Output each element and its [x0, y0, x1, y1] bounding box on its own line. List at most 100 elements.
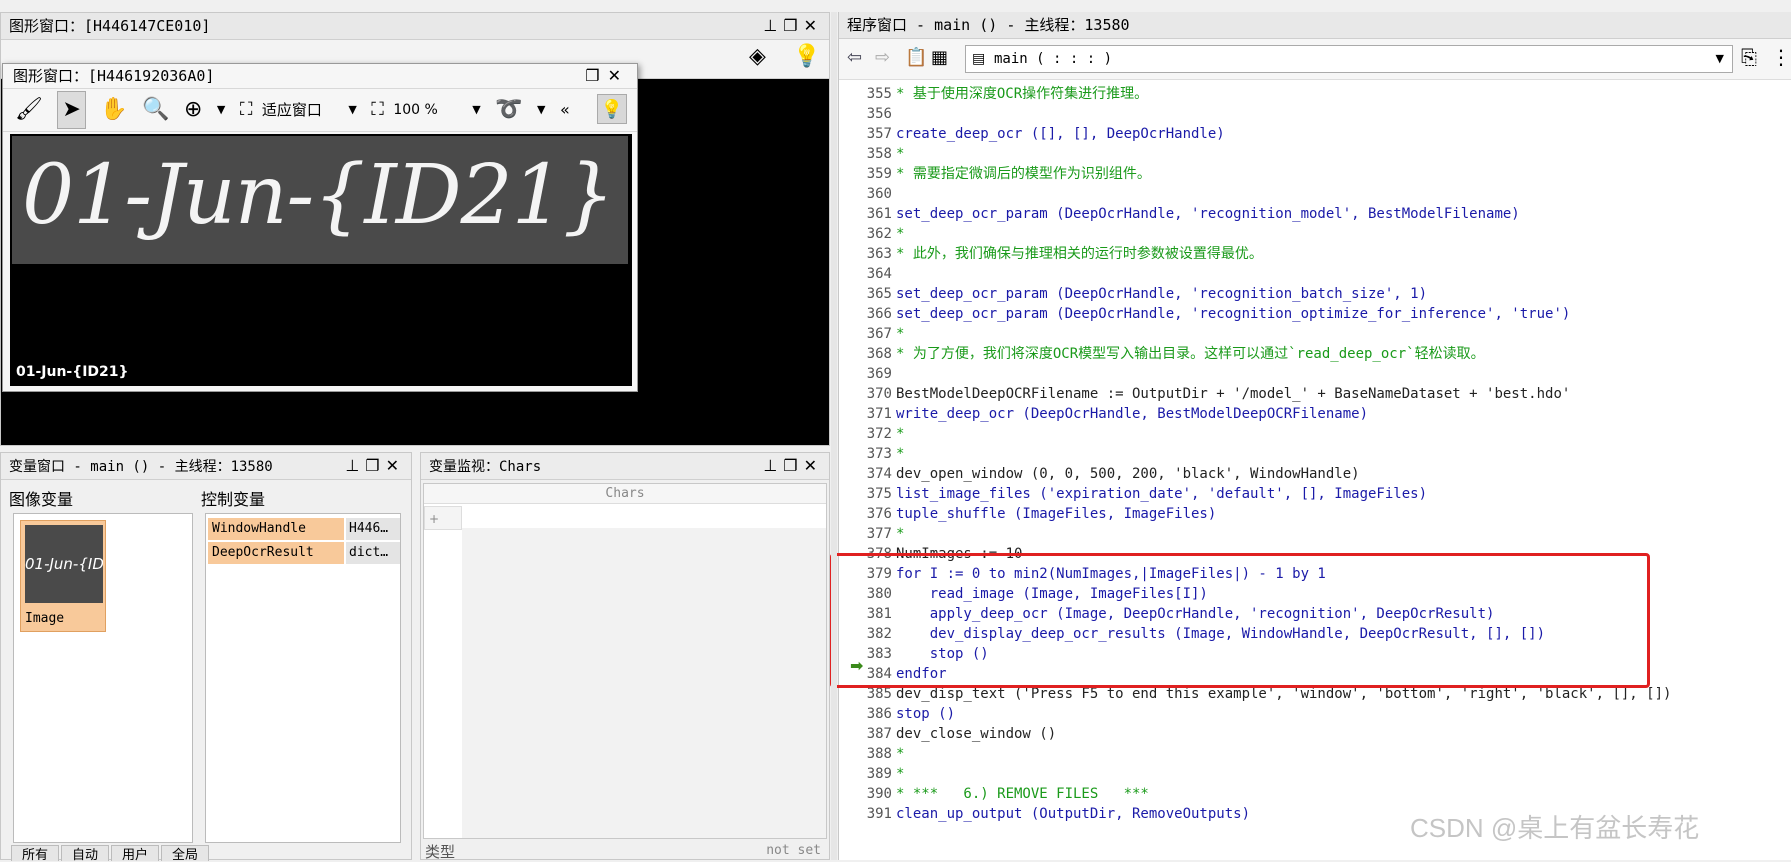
clipboard-icon[interactable]: 📋	[905, 47, 927, 68]
back-icon[interactable]: ⇦	[847, 47, 862, 68]
control-var-value: H446…	[346, 518, 400, 540]
chevron-down-icon: ▼	[1715, 52, 1724, 65]
image-var-label: Image	[25, 611, 65, 626]
code-line[interactable]: 359 * 需要指定微调后的模型作为识别组件。	[846, 164, 1786, 184]
line-number: 365	[866, 286, 892, 302]
restore-icon[interactable]: ❐	[783, 16, 803, 35]
chevron-down-icon[interactable]: ▼	[472, 92, 480, 128]
code-line[interactable]: 365 set_deep_ocr_param (DeepOcrHandle, 'r…	[846, 284, 1786, 304]
code-line[interactable]: 366 set_deep_ocr_param (DeepOcrHandle, 'r…	[846, 304, 1786, 324]
pin-icon[interactable]: ⊥	[763, 16, 783, 35]
code-line[interactable]: 389 *	[846, 764, 1786, 784]
grid-icon[interactable]: ▦	[931, 47, 948, 68]
layers-icon[interactable]: ◈	[749, 44, 766, 69]
code-line[interactable]: 356	[846, 104, 1786, 124]
line-number: 363	[866, 246, 892, 262]
current-line-arrow-icon: ➡	[850, 656, 864, 675]
code-editor[interactable]: 355 * 基于使用深度OCR操作符集进行推理。 356 357 create_deep…	[846, 80, 1791, 860]
control-var-row[interactable]: WindowHandle H446…	[208, 518, 400, 540]
code-line[interactable]: 355 * 基于使用深度OCR操作符集进行推理。	[846, 84, 1786, 104]
procedure-settings-icon[interactable]: ⎘	[1741, 45, 1757, 69]
ocr-image: 01-Jun-{ID21}	[12, 136, 628, 264]
line-text: set_deep_ocr_param (DeepOcrHandle, 'reco…	[896, 206, 1520, 222]
code-line[interactable]: 375 list_image_files ('expiration_date', …	[846, 484, 1786, 504]
code-line[interactable]: 367 *	[846, 324, 1786, 344]
code-line[interactable]: 387 dev_close_window ()	[846, 724, 1786, 744]
code-line[interactable]: 376 tuple_shuffle (ImageFiles, ImageFiles…	[846, 504, 1786, 524]
tab-auto[interactable]: 自动	[61, 845, 110, 861]
zoom-in-icon[interactable]: ⊕	[184, 92, 202, 128]
line-number: 367	[866, 326, 892, 342]
lightbulb-icon[interactable]: 💡	[793, 44, 820, 69]
fit-window-label[interactable]: 适应窗口	[262, 101, 322, 119]
zoom-level-select[interactable]: 100 %	[393, 102, 437, 118]
tab-user[interactable]: 用户	[111, 845, 160, 861]
line-number: 370	[866, 386, 892, 402]
line-text: dev_close_window ()	[896, 726, 1057, 742]
control-vars-header: 控制变量	[201, 490, 266, 509]
lightbulb-icon[interactable]: 💡	[597, 94, 627, 124]
line-number: 375	[866, 486, 892, 502]
chevron-down-icon[interactable]: ▼	[348, 92, 356, 128]
code-line[interactable]: 377 *	[846, 524, 1786, 544]
code-line[interactable]: 386 stop ()	[846, 704, 1786, 724]
pin-icon[interactable]: ⊥	[763, 456, 783, 475]
lasso-icon[interactable]: ➰	[495, 92, 522, 128]
code-line[interactable]: 358 *	[846, 144, 1786, 164]
monitor-row-plus[interactable]: +	[424, 506, 462, 530]
line-text: set_deep_ocr_param (DeepOcrHandle, 'reco…	[896, 306, 1571, 322]
brush-icon[interactable]: 🖌	[15, 92, 43, 128]
hand-icon[interactable]: ✋	[100, 92, 127, 128]
code-line[interactable]: 368 * 为了方便，我们将深度OCR模型写入输出目录。这样可以通过`read_d…	[846, 344, 1786, 364]
tab-global[interactable]: 全局	[161, 845, 210, 861]
line-text: create_deep_ocr ([], [], DeepOcrHandle)	[896, 126, 1225, 142]
code-line[interactable]: 372 *	[846, 424, 1786, 444]
floating-graphics-canvas[interactable]: 01-Jun-{ID21} 01-Jun-{ID21}	[10, 134, 632, 386]
restore-icon[interactable]: ❐	[783, 456, 803, 475]
expand-icon[interactable]: «	[560, 92, 570, 128]
zoom-level-icon[interactable]: ⛶	[371, 92, 384, 128]
pointer-icon[interactable]: ➤	[57, 91, 86, 129]
more-icon[interactable]: ⋮	[1771, 45, 1791, 69]
line-number: 359	[866, 166, 892, 182]
image-var-item[interactable]: 01-Jun-{ID21} Image	[20, 520, 106, 632]
variable-window-titlebar: 变量窗口 - main () - 主线程：13580 ⊥❐✕	[1, 453, 411, 480]
code-line[interactable]: 362 *	[846, 224, 1786, 244]
close-icon[interactable]: ✕	[386, 456, 405, 475]
magnifier-icon[interactable]: 🔍	[142, 92, 169, 128]
code-line[interactable]: 374 dev_open_window (0, 0, 500, 200, 'bla…	[846, 464, 1786, 484]
variable-window: 变量窗口 - main () - 主线程：13580 ⊥❐✕ 图像变量 控制变量…	[0, 452, 412, 861]
forward-icon[interactable]: ⇨	[875, 47, 890, 68]
code-line[interactable]: 388 *	[846, 744, 1786, 764]
code-line[interactable]: 364	[846, 264, 1786, 284]
vertical-splitter[interactable]	[831, 12, 837, 860]
code-line[interactable]: 360	[846, 184, 1786, 204]
line-text: tuple_shuffle (ImageFiles, ImageFiles)	[896, 506, 1217, 522]
line-text: stop ()	[896, 706, 956, 722]
tab-all[interactable]: 所有	[11, 845, 60, 861]
fit-window-icon[interactable]: ⛶	[240, 92, 253, 128]
line-number: 372	[866, 426, 892, 442]
chevron-down-icon[interactable]: ▼	[217, 92, 225, 128]
line-text: clean_up_output (OutputDir, RemoveOutput…	[896, 806, 1251, 822]
close-icon[interactable]: ✕	[608, 66, 629, 85]
procedure-select[interactable]: ▤ main ( : : : ) ▼	[965, 45, 1733, 73]
code-line[interactable]: 361 set_deep_ocr_param (DeepOcrHandle, 'r…	[846, 204, 1786, 224]
code-line[interactable]: 371 write_deep_ocr (DeepOcrHandle, BestMo…	[846, 404, 1786, 424]
code-line[interactable]: 363 * 此外，我们确保与推理相关的运行时参数被设置得最优。	[846, 244, 1786, 264]
pin-icon[interactable]: ⊥	[345, 456, 365, 475]
procedure-icon: ▤	[972, 51, 986, 67]
chevron-down-icon[interactable]: ▼	[537, 92, 545, 128]
code-line[interactable]: 373 *	[846, 444, 1786, 464]
close-icon[interactable]: ✕	[804, 456, 823, 475]
code-line[interactable]: 390 * *** 6.) REMOVE FILES ***	[846, 784, 1786, 804]
monitor-status: not set	[766, 843, 821, 858]
restore-icon[interactable]: ❐	[585, 66, 607, 85]
code-line[interactable]: 369	[846, 364, 1786, 384]
close-icon[interactable]: ✕	[804, 16, 823, 35]
monitor-grid[interactable]: Chars +	[423, 483, 827, 839]
code-line[interactable]: 357 create_deep_ocr ([], [], DeepOcrHandl…	[846, 124, 1786, 144]
control-var-row[interactable]: DeepOcrResult dict…	[208, 542, 400, 564]
restore-icon[interactable]: ❐	[365, 456, 385, 475]
code-line[interactable]: 370 BestModelDeepOCRFilename := OutputDir…	[846, 384, 1786, 404]
